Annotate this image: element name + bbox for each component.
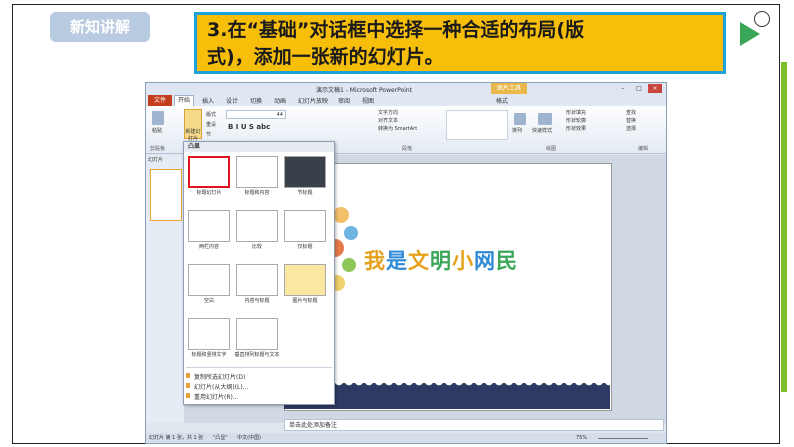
align-text-button[interactable]: 对齐文本	[378, 117, 398, 124]
layout-gallery: 凸显 标题幻灯片 标题和内容 节标题 两栏内容 比较 仅标题 空白 内容与标题 …	[183, 141, 335, 405]
minimize-button[interactable]: –	[616, 84, 630, 93]
layout-comparison[interactable]	[236, 210, 278, 242]
tab-design[interactable]: 设计	[226, 96, 238, 105]
layout-blank[interactable]	[188, 264, 230, 296]
instruction-line-2: 式)，添加一张新的幻灯片。	[207, 46, 444, 68]
close-button[interactable]: ×	[648, 84, 662, 93]
status-slide-info: 幻灯片 第 1 张，共 1 张	[149, 435, 204, 441]
gallery-divider	[186, 367, 332, 368]
layout-section-header[interactable]	[284, 156, 326, 188]
group-drawing: 绘图	[546, 146, 557, 152]
layout-label: 仅标题	[297, 244, 313, 250]
layout-title-only[interactable]	[284, 210, 326, 242]
select-button[interactable]: 选择	[626, 125, 636, 132]
shape-effects-button[interactable]: 形状效果	[566, 125, 586, 132]
tab-file[interactable]: 文件	[148, 95, 172, 106]
quick-styles-label: 快速样式	[532, 128, 553, 134]
layout-vertical-title-text[interactable]	[236, 318, 278, 350]
layout-content-caption[interactable]	[236, 264, 278, 296]
layout-label: 标题和内容	[244, 190, 270, 196]
tab-review[interactable]: 审阅	[338, 96, 350, 105]
tab-animations[interactable]: 动画	[274, 96, 286, 105]
instruction-box: 3.在“基础”对话框中选择一种合适的布局(版 式)，添加一张新的幻灯片。	[194, 12, 726, 74]
font-size-box[interactable]: 44	[226, 110, 286, 119]
tab-slideshow[interactable]: 幻灯片放映	[298, 96, 328, 105]
layout-label: 比较	[251, 244, 262, 250]
layout-title-content[interactable]	[236, 156, 278, 188]
cmd-slides-from-outline[interactable]: 幻灯片(从大纲)(L)...	[194, 382, 248, 391]
title-char: 民	[496, 249, 518, 273]
shape-fill-button[interactable]: 形状填充	[566, 109, 586, 116]
reset-button[interactable]: 重设	[206, 121, 216, 128]
slide-thumbnail[interactable]	[150, 169, 182, 221]
smartart-button[interactable]: 转换为 SmartArt	[378, 125, 417, 132]
layout-label: 图片与标题	[292, 298, 318, 304]
cmd-duplicate-slide[interactable]: 复制所选幻灯片(D)	[194, 372, 245, 381]
tab-insert[interactable]: 插入	[202, 96, 214, 105]
group-paragraph: 段落	[402, 146, 413, 152]
ribbon-tabs	[146, 95, 666, 106]
powerpoint-window: 演示文稿1 - Microsoft PowerPoint 图片工具 – □ × …	[145, 82, 667, 444]
tab-transitions[interactable]: 切换	[250, 96, 262, 105]
arrange-label: 排列	[512, 128, 523, 134]
maximize-button[interactable]: □	[632, 84, 646, 93]
title-char: 我	[364, 249, 386, 273]
layout-label: 节标题	[297, 190, 313, 196]
zoom-slider[interactable]	[598, 438, 648, 439]
gallery-header: 凸显	[184, 142, 334, 152]
tab-view[interactable]: 视图	[362, 96, 374, 105]
quick-styles-icon[interactable]	[538, 113, 552, 125]
format-buttons[interactable]: B I U S abc	[228, 123, 270, 131]
layout-label: 内容与标题	[244, 298, 270, 304]
cmd-reuse-slides[interactable]: 重用幻灯片(R)...	[194, 392, 239, 401]
layout-title-vertical-text[interactable]	[188, 318, 230, 350]
shapes-gallery[interactable]	[446, 110, 508, 140]
duplicate-icon	[186, 373, 190, 378]
picture-tools-tab[interactable]: 图片工具	[491, 83, 527, 94]
layout-label: 两栏内容	[198, 244, 219, 250]
tab-format[interactable]: 格式	[496, 96, 508, 105]
group-editing: 编辑	[638, 146, 649, 152]
notes-field[interactable]: 单击此处添加备注	[284, 419, 664, 431]
group-clipboard: 剪贴板	[150, 146, 166, 152]
green-accent-bar	[781, 62, 787, 392]
paste-label: 粘贴	[152, 128, 163, 134]
layout-title-slide[interactable]	[188, 156, 230, 188]
text-direction-button[interactable]: 文字方向	[378, 109, 398, 116]
layout-picture-caption[interactable]	[284, 264, 326, 296]
title-char: 文	[408, 249, 430, 273]
layout-label: 标题和竖排文字	[191, 352, 227, 358]
zoom-level[interactable]: 75%	[576, 433, 587, 443]
new-slide-button[interactable]: 新建幻灯片	[184, 109, 202, 142]
arrange-icon[interactable]	[514, 113, 526, 125]
status-language: 中文(中国)	[237, 435, 262, 441]
section-button[interactable]: 节	[206, 131, 211, 138]
instruction-line-1: 3.在“基础”对话框中选择一种合适的布局(版	[207, 19, 585, 41]
status-theme: "凸显"	[212, 435, 228, 441]
layout-label: 空白	[203, 298, 214, 304]
find-button[interactable]: 查找	[626, 109, 636, 116]
section-badge: 新知讲解	[50, 12, 150, 42]
outline-icon	[186, 383, 190, 388]
title-char: 网	[474, 249, 496, 273]
shape-outline-button[interactable]: 形状轮廓	[566, 117, 586, 124]
title-char: 是	[386, 249, 408, 273]
status-bar: 幻灯片 第 1 张，共 1 张 "凸显" 中文(中国) 75%	[146, 433, 666, 443]
play-icon[interactable]	[740, 22, 760, 46]
paste-icon[interactable]	[152, 111, 164, 125]
reuse-icon	[186, 393, 190, 398]
replace-button[interactable]: 替换	[626, 117, 636, 124]
slide-title[interactable]: 我是文明小网民	[364, 245, 518, 275]
tab-home[interactable]: 开始	[174, 95, 194, 106]
window-title: 演示文稿1 - Microsoft PowerPoint	[316, 87, 413, 94]
panel-tab-slides[interactable]: 幻灯片	[148, 156, 163, 163]
layout-label: 标题幻灯片	[196, 190, 222, 196]
layout-button[interactable]: 版式	[206, 111, 216, 118]
layout-label: 垂直排列标题与文本	[234, 352, 280, 358]
layout-two-content[interactable]	[188, 210, 230, 242]
title-char: 明	[430, 249, 452, 273]
title-char: 小	[452, 249, 474, 273]
